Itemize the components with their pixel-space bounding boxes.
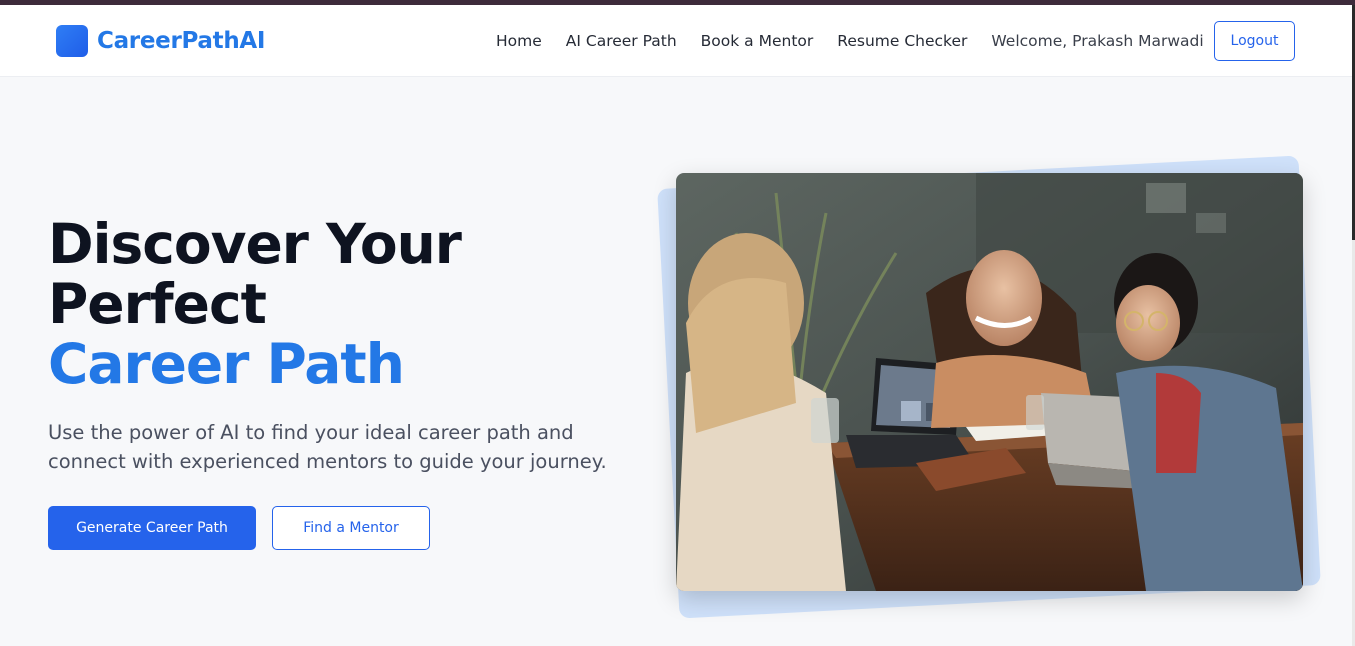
hero-title-line-2: Perfect [48,272,267,336]
gradient-square-icon [56,25,88,57]
nav-book-a-mentor[interactable]: Book a Mentor [701,32,814,50]
main-nav: Home AI Career Path Book a Mentor Resume… [496,5,1220,77]
generate-career-path-button[interactable]: Generate Career Path [48,506,256,550]
find-a-mentor-button[interactable]: Find a Mentor [272,506,430,550]
welcome-text: Welcome, Prakash Marwadi [991,32,1204,50]
nav-home[interactable]: Home [496,32,542,50]
hero-title: Discover Your Perfect Career Path [48,212,462,396]
site-header: CareerPathAI Home AI Career Path Book a … [0,5,1352,77]
nav-ai-career-path[interactable]: AI Career Path [566,32,677,50]
photo-image [676,173,1303,591]
nav-resume-checker[interactable]: Resume Checker [837,32,967,50]
brand-logo[interactable]: CareerPathAI [56,25,265,57]
hero-subtitle: Use the power of AI to find your ideal c… [48,421,607,473]
hero-title-accent: Career Path [48,332,405,396]
hero-title-line-1: Discover Your [48,212,462,276]
brand-name: CareerPathAI [97,28,266,54]
hero-photo [676,173,1303,591]
logout-button[interactable]: Logout [1214,21,1295,61]
